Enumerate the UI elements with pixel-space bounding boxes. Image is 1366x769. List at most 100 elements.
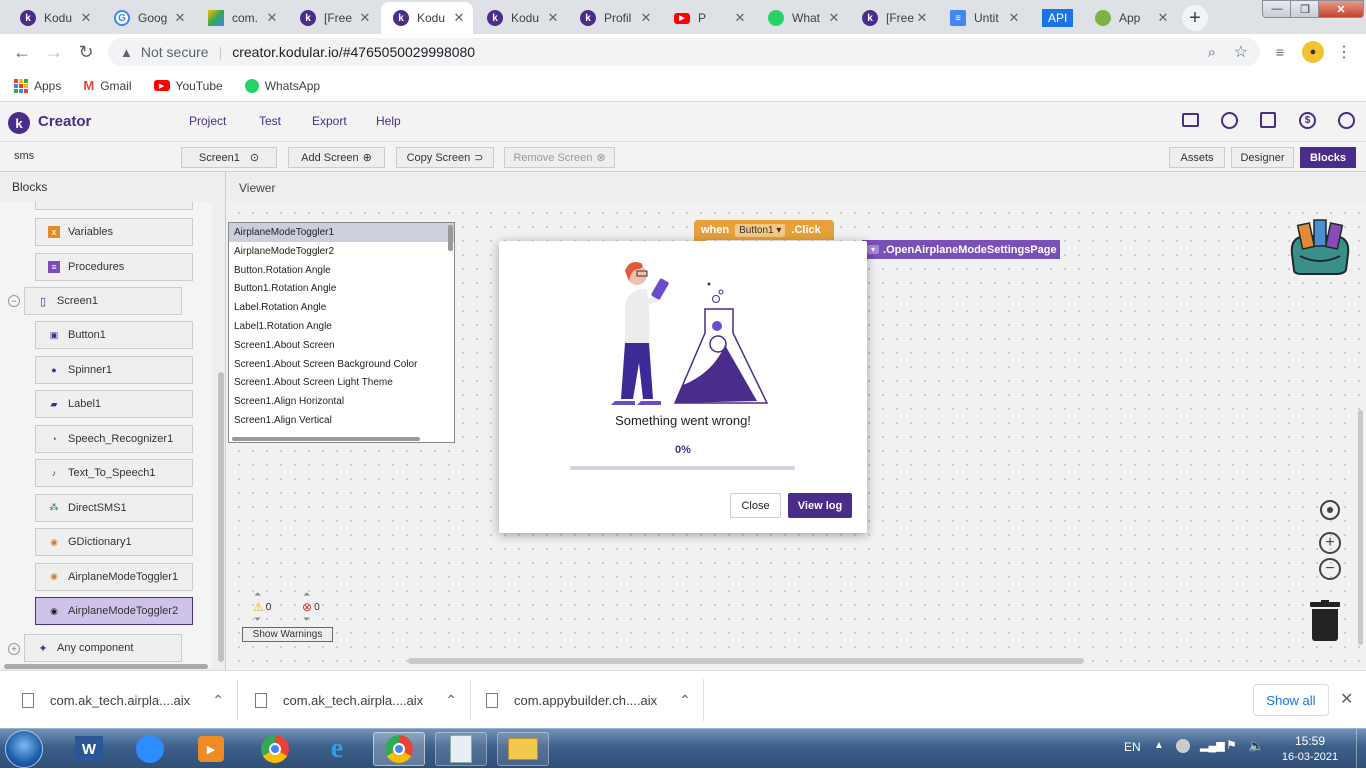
show-desktop-button[interactable] — [1356, 729, 1366, 769]
browser-tab[interactable]: k [Free ✕ — [850, 2, 936, 34]
tree-item-component[interactable]: ◉ GDictionary1 — [35, 528, 193, 556]
dropdown-option[interactable]: Screen1.About Screen Light Theme — [229, 373, 454, 392]
error-down-arrow-icon[interactable]: ⏷ — [303, 614, 310, 625]
tree-item-component[interactable]: ◔ Speech_Recognizer1 — [35, 424, 193, 453]
add-screen-button[interactable]: Add Screen ⊕ — [288, 147, 385, 168]
browser-tab[interactable]: What ✕ — [756, 2, 848, 34]
menu-export[interactable]: Export — [312, 114, 347, 128]
browser-tab[interactable]: k Kodu ✕ — [381, 2, 473, 34]
download-item[interactable]: com.ak_tech.airpla....aix ⌃ — [255, 671, 457, 729]
dropdown-option[interactable]: Label1.Rotation Angle — [229, 317, 454, 336]
minimize-button[interactable]: — — [1262, 0, 1292, 18]
dropdown-hscrollbar[interactable] — [232, 437, 420, 441]
browser-tab[interactable]: G Goog ✕ — [102, 2, 194, 34]
new-tab-button[interactable]: + — [1182, 5, 1208, 31]
tab-assets[interactable]: Assets — [1169, 147, 1225, 168]
blocks-hscrollbar[interactable] — [4, 664, 208, 669]
screen-select-button[interactable]: Screen1 ⊙ — [181, 147, 277, 168]
browser-tab[interactable]: ≡ Untit ✕ — [938, 2, 1028, 34]
clock-time[interactable]: 15:59 — [1280, 734, 1340, 748]
dropdown-option[interactable]: Button1.Rotation Angle — [229, 279, 454, 298]
block-dropdown-arrow-icon[interactable]: ▾ — [867, 245, 880, 254]
media-control-icon[interactable]: ≡ — [1268, 41, 1292, 63]
tab-designer[interactable]: Designer — [1231, 147, 1294, 168]
component-dropdown-list[interactable]: AirplaneModeToggler1 AirplaneModeToggler2… — [228, 222, 455, 443]
close-tab-icon[interactable]: ✕ — [357, 10, 373, 26]
workspace-hscrollbar[interactable] — [408, 658, 1084, 664]
dropdown-option[interactable]: Button.Rotation Angle — [229, 261, 454, 280]
open-settings-block[interactable]: ▾ .OpenAirplaneModeSettingsPage — [862, 240, 1060, 259]
tree-item-partial[interactable] — [35, 202, 193, 210]
remove-screen-button[interactable]: Remove Screen ⊗ — [504, 147, 615, 168]
close-tab-icon[interactable]: ✕ — [172, 10, 188, 26]
volume-icon[interactable]: 🔈 — [1248, 738, 1264, 754]
dropdown-option[interactable]: Screen1.About Screen — [229, 336, 454, 355]
close-tab-icon[interactable]: ✕ — [732, 10, 748, 26]
tree-item-component[interactable]: ▰ Label1 — [35, 390, 193, 418]
word-icon[interactable]: W — [63, 732, 115, 766]
tab-blocks[interactable]: Blocks — [1300, 147, 1356, 168]
omnibox[interactable]: ▲ Not secure | creator.kodular.io/#47650… — [108, 38, 1260, 66]
dollar-icon[interactable]: $ — [1299, 112, 1316, 129]
browser-tab[interactable]: k Kodu ✕ — [475, 2, 567, 34]
signal-icon[interactable]: ▂▄▆ — [1200, 739, 1225, 752]
blocks-scrollbar[interactable] — [218, 372, 224, 662]
star-icon[interactable]: ☆ — [1234, 42, 1248, 62]
warn-up-arrow-icon[interactable]: ⏶ — [254, 589, 261, 600]
chevron-up-icon[interactable]: ⌃ — [679, 692, 691, 709]
dropdown-option[interactable]: AirplaneModeToggler2 — [229, 242, 454, 261]
view-log-button[interactable]: View log — [788, 493, 852, 518]
dropdown-option[interactable]: Label.Rotation Angle — [229, 298, 454, 317]
ie-icon[interactable]: e — [311, 732, 363, 766]
tree-item-procedures[interactable]: ≡ Procedures — [35, 253, 193, 281]
download-item[interactable]: com.appybuilder.ch....aix ⌃ — [486, 671, 691, 729]
browser-tab[interactable]: k Kodu ✕ — [8, 2, 100, 34]
palette-icon[interactable] — [1221, 112, 1238, 129]
chevron-up-icon[interactable]: ⌃ — [212, 692, 224, 709]
dropdown-scrollbar[interactable] — [448, 225, 453, 251]
menu-icon[interactable]: ⋮ — [1332, 41, 1356, 63]
zoom-icon[interactable]: ⌕ — [1208, 44, 1216, 61]
close-tab-icon[interactable]: ✕ — [914, 10, 930, 26]
tree-item-component[interactable]: ● Spinner1 — [35, 355, 193, 384]
window-close-button[interactable]: ✕ — [1318, 0, 1364, 18]
tree-item-component[interactable]: ◉ AirplaneModeToggler1 — [35, 562, 193, 591]
reload-icon[interactable]: ↻ — [74, 41, 98, 63]
close-tab-icon[interactable]: ✕ — [451, 10, 467, 26]
tree-item-component[interactable]: ▣ Button1 — [35, 321, 193, 349]
dropdown-option[interactable]: Screen1.About Screen Background Color — [229, 355, 454, 374]
show-all-button[interactable]: Show all — [1253, 684, 1329, 716]
language-indicator[interactable]: EN — [1124, 740, 1141, 754]
network-icon[interactable]: ⚑ — [1226, 738, 1237, 752]
tray-app-icon[interactable] — [1176, 739, 1190, 753]
tree-item-component[interactable]: ♪ Text_To_Speech1 — [35, 459, 193, 487]
browser-tab[interactable]: k [Free ✕ — [288, 2, 379, 34]
clock-date[interactable]: 16-03-2021 — [1274, 751, 1346, 763]
start-button[interactable] — [5, 730, 43, 768]
zoom-app-icon[interactable] — [124, 732, 176, 766]
close-tab-icon[interactable]: ✕ — [264, 10, 280, 26]
file-explorer-icon[interactable] — [497, 732, 549, 766]
browser-tab[interactable]: API — [1030, 2, 1078, 34]
warn-down-arrow-icon[interactable]: ⏷ — [254, 614, 261, 625]
dropdown-option[interactable]: Screen1.Align Vertical — [229, 411, 454, 430]
close-tab-icon[interactable]: ✕ — [545, 10, 561, 26]
close-tab-icon[interactable]: ✕ — [1155, 10, 1171, 26]
tree-item-component[interactable]: ⁂ DirectSMS1 — [35, 493, 193, 522]
profile-avatar[interactable]: ● — [1302, 41, 1324, 63]
tree-item-component[interactable]: ◉ AirplaneModeToggler2 — [35, 597, 193, 625]
close-button[interactable]: Close — [730, 493, 781, 518]
forward-icon[interactable]: → — [42, 41, 66, 63]
restore-button[interactable]: ❐ — [1290, 0, 1320, 18]
collapse-toggle-icon[interactable]: − — [8, 295, 20, 307]
browser-tab[interactable]: ▶ P ✕ — [662, 2, 754, 34]
backpack-icon[interactable] — [1286, 216, 1354, 276]
tree-item-variables[interactable]: x Variables — [35, 218, 193, 246]
copy-screen-button[interactable]: Copy Screen ⊃ — [396, 147, 494, 168]
menu-help[interactable]: Help — [376, 114, 401, 128]
expand-toggle-icon[interactable]: + — [8, 643, 20, 655]
show-warnings-button[interactable]: Show Warnings — [242, 627, 333, 642]
bookmark-apps[interactable]: Apps — [14, 78, 61, 93]
when-click-block[interactable]: when Button1 ▾ .Click — [694, 220, 834, 240]
bookmark-gmail[interactable]: M Gmail — [83, 78, 131, 93]
